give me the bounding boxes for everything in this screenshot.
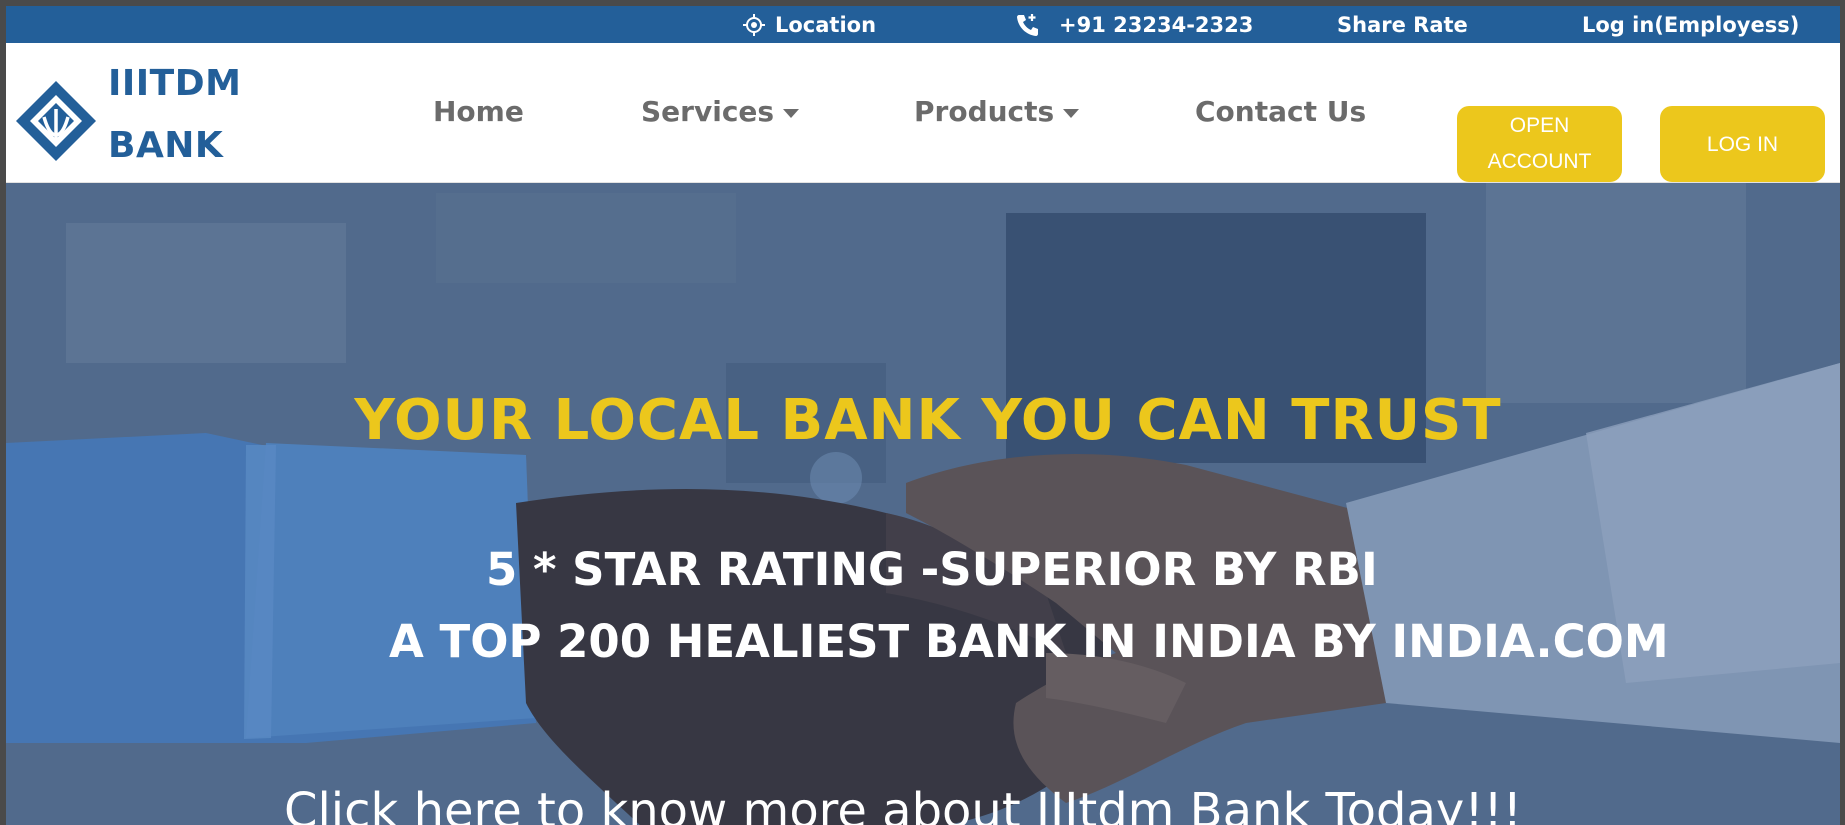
hero-headline: YOUR LOCAL BANK YOU CAN TRUST bbox=[354, 388, 1502, 453]
share-rate-link[interactable]: Share Rate bbox=[1337, 6, 1468, 43]
nav-products[interactable]: Products bbox=[914, 89, 1080, 133]
nav-home[interactable]: Home bbox=[433, 89, 524, 133]
nav-contact-us[interactable]: Contact Us bbox=[1195, 89, 1366, 133]
nav-services[interactable]: Services bbox=[641, 89, 800, 133]
hero-rating-text: 5 * STAR RATING -SUPERIOR BY RBI bbox=[486, 543, 1378, 596]
nav-services-label: Services bbox=[641, 94, 775, 128]
browser-viewport: Location +91 23234-2323 Share Rate Log i… bbox=[6, 6, 1840, 825]
bank-logo[interactable]: IIITDM BANK bbox=[14, 53, 244, 173]
main-header: IIITDM BANK Home Services Products Conta… bbox=[6, 43, 1840, 183]
logo-text-line1: IIITDM bbox=[108, 63, 242, 104]
phone-label: +91 23234-2323 bbox=[1059, 12, 1254, 37]
location-icon bbox=[743, 13, 765, 36]
phone-link[interactable]: +91 23234-2323 bbox=[1015, 6, 1253, 43]
hero-ranking-text: A TOP 200 HEALIEST BANK IN INDIA BY INDI… bbox=[389, 615, 1669, 668]
location-label: Location bbox=[775, 12, 877, 37]
open-account-line1: OPEN bbox=[1509, 114, 1570, 137]
login-button[interactable]: LOG IN bbox=[1660, 106, 1825, 182]
open-account-button[interactable]: OPEN ACCOUNT bbox=[1457, 106, 1622, 182]
bank-logo-icon bbox=[16, 81, 96, 161]
learn-more-link[interactable]: Click here to know more about IIItdm Ban… bbox=[6, 783, 1840, 825]
phone-icon bbox=[1017, 13, 1038, 36]
top-utility-bar: Location +91 23234-2323 Share Rate Log i… bbox=[6, 6, 1840, 43]
services-caret-down-icon bbox=[783, 109, 800, 118]
products-caret-down-icon bbox=[1063, 109, 1080, 118]
logo-text-line2: BANK bbox=[108, 125, 224, 166]
employee-login-link[interactable]: Log in(Employess) bbox=[1582, 6, 1799, 43]
hero-banner: YOUR LOCAL BANK YOU CAN TRUST 5 * STAR R… bbox=[6, 183, 1840, 825]
location-link[interactable]: Location bbox=[742, 6, 876, 43]
hero-blue-overlay bbox=[6, 183, 1840, 825]
nav-products-label: Products bbox=[914, 94, 1055, 128]
open-account-line2: ACCOUNT bbox=[1487, 150, 1592, 173]
